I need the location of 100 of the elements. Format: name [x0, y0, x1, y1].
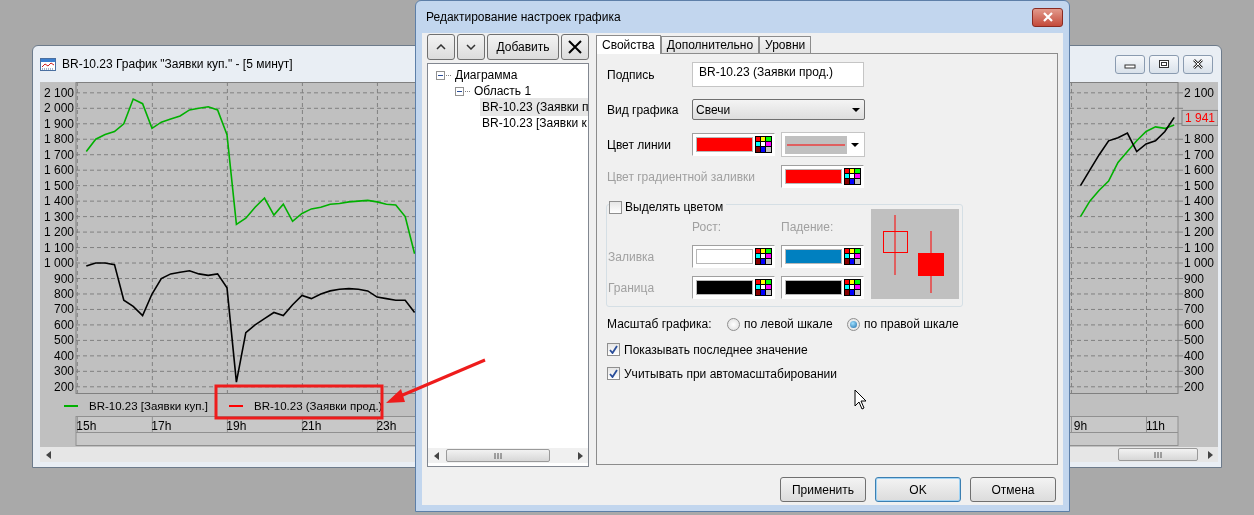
tree-item[interactable]: BR-10.23 [Заявки к — [480, 114, 588, 132]
axis-label: 400 — [53, 348, 74, 363]
axis-label: 1 300 — [43, 209, 74, 224]
restore-icon — [1158, 59, 1170, 69]
color-swatch[interactable] — [696, 249, 753, 264]
tab[interactable]: Дополнительно — [660, 36, 760, 53]
palette-icon[interactable] — [755, 279, 772, 296]
axis-label: 500 — [53, 333, 74, 348]
line-style-dropdown[interactable] — [781, 132, 865, 157]
axis-label: 600 — [1184, 317, 1205, 332]
dialog-button[interactable]: Применить — [780, 477, 866, 502]
axis-label: 1 800 — [1184, 132, 1215, 147]
add-button[interactable]: Добавить — [487, 34, 559, 60]
checkbox[interactable] — [607, 367, 620, 380]
collapse-icon[interactable] — [436, 70, 445, 80]
chart-icon — [40, 57, 56, 71]
column-label: Падение: — [781, 219, 835, 236]
axis-label: 1 400 — [43, 194, 74, 209]
move-up-button[interactable] — [427, 34, 455, 60]
axis-label: 2 100 — [1184, 85, 1215, 100]
axis-label: 1 600 — [43, 163, 74, 178]
palette-icon[interactable] — [844, 168, 861, 185]
move-down-button[interactable] — [457, 34, 485, 60]
check-icon — [609, 345, 618, 354]
last-value-label: 1 941 — [1181, 109, 1218, 126]
checkbox[interactable] — [609, 200, 622, 214]
color-swatch[interactable] — [785, 249, 842, 264]
tab[interactable]: Свойства — [596, 35, 661, 54]
left-arrow-icon — [433, 451, 439, 460]
checkbox-label: Учитывать при автомасштабировании — [624, 365, 837, 383]
radio-label: по левой шкале — [744, 316, 833, 333]
dialog-button[interactable]: OK — [875, 477, 961, 502]
axis-label: 200 — [53, 379, 74, 394]
close-icon — [1041, 12, 1054, 22]
axis-label: 300 — [1184, 364, 1205, 379]
tab[interactable]: Уровни — [759, 36, 812, 53]
maximize-button[interactable] — [1149, 54, 1179, 74]
grip-icon — [1154, 451, 1162, 458]
right-arrow-icon — [577, 451, 583, 460]
grip-icon — [494, 452, 502, 459]
legend-item: BR-10.23 [Заявки куп.] — [64, 400, 208, 412]
field-label: Граница — [608, 279, 656, 297]
close-button[interactable] — [1032, 7, 1063, 27]
axis-label: 1 000 — [1184, 256, 1215, 271]
axis-label: 600 — [53, 317, 74, 332]
field-label: Цвет линии — [607, 136, 672, 154]
dialog-button[interactable]: Отмена — [970, 477, 1056, 502]
scroll-thumb[interactable] — [1118, 448, 1198, 461]
radio-label: по правой шкале — [864, 316, 959, 333]
time-label: 9h — [1073, 419, 1088, 433]
close-icon — [1192, 59, 1204, 69]
axis-label: 1 900 — [43, 116, 74, 131]
axis-label: 800 — [1184, 287, 1205, 301]
delete-button[interactable] — [561, 34, 589, 60]
caption-field[interactable]: BR-10.23 (Заявки прод.) — [692, 62, 864, 87]
window-title: BR-10.23 График "Заявки куп." - [5 минут] — [62, 56, 293, 73]
radio-button[interactable] — [847, 317, 860, 331]
axis-label: 400 — [1184, 348, 1205, 363]
scroll-thumb[interactable] — [446, 449, 550, 462]
collapse-icon[interactable] — [455, 86, 464, 96]
tree-item[interactable]: Область 1 — [472, 82, 534, 100]
checkbox[interactable] — [607, 343, 620, 356]
legend-item: BR-10.23 (Заявки прод.) — [229, 400, 383, 412]
axis-label: 2 100 — [43, 85, 74, 100]
palette-icon[interactable] — [755, 248, 772, 265]
axis-label: 2 000 — [43, 101, 74, 116]
checkbox-label: Выделять цветом — [625, 199, 724, 216]
color-swatch[interactable] — [785, 280, 842, 295]
color-swatch[interactable] — [696, 280, 753, 295]
time-label: 19h — [226, 419, 247, 433]
cursor-icon — [854, 389, 867, 410]
field-label: Масштаб графика: — [607, 316, 713, 333]
axis-label: 1 600 — [1184, 163, 1215, 178]
palette-icon[interactable] — [844, 279, 861, 296]
tree-item[interactable]: Диаграмма — [453, 66, 520, 84]
axis-label: 1 300 — [1184, 209, 1215, 224]
chart-type-dropdown[interactable]: Свечи — [692, 99, 865, 120]
chevron-down-icon — [466, 44, 476, 50]
color-swatch[interactable] — [696, 137, 753, 152]
time-label: 17h — [151, 419, 172, 433]
time-label: 11h — [1145, 419, 1166, 433]
legend-label: BR-10.23 [Заявки куп.] — [89, 400, 208, 412]
tree-item[interactable]: BR-10.23 (Заявки п — [480, 98, 588, 116]
palette-icon[interactable] — [755, 136, 772, 153]
close-button[interactable] — [1183, 54, 1213, 74]
axis-label: 700 — [53, 302, 74, 317]
radio-button[interactable] — [727, 317, 740, 331]
checkbox-label: Показывать последнее значение — [624, 341, 808, 359]
time-label: 23h — [376, 419, 397, 433]
axis-label: 1 100 — [43, 240, 74, 255]
axis-label: 1 000 — [43, 256, 74, 271]
close-icon — [568, 40, 582, 54]
axis-label: 1 500 — [1184, 178, 1215, 193]
dialog-title: Редактирование настроек графика — [426, 9, 621, 26]
axis-label: 300 — [53, 364, 74, 379]
axis-label: 1 200 — [1184, 225, 1215, 240]
palette-icon[interactable] — [844, 248, 861, 265]
axis-label: 1 500 — [43, 178, 74, 193]
axis-label: 1 200 — [43, 225, 74, 240]
axis-label: 1 800 — [43, 132, 74, 147]
